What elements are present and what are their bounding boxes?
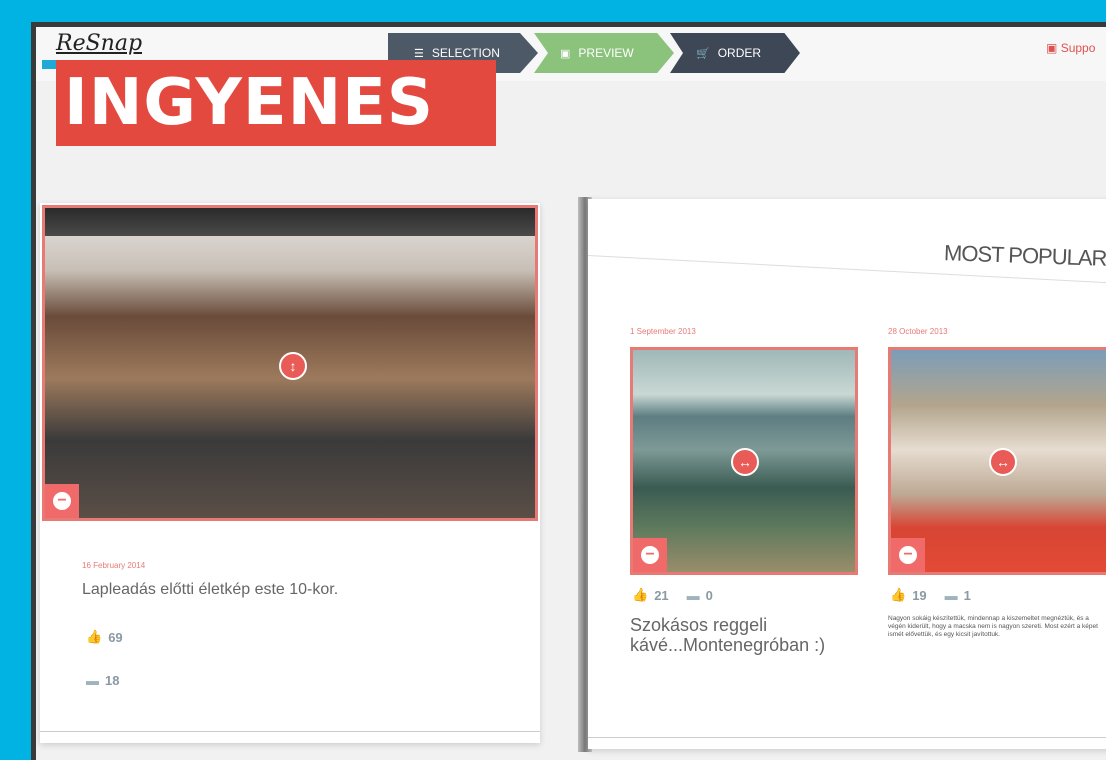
step-order[interactable]: 🛒 ORDER (670, 33, 800, 73)
list-icon: ☰ (414, 47, 424, 60)
thumbs-up-icon: 👍 (86, 629, 103, 644)
page-divider (588, 737, 1106, 738)
card2-likes: 19 (912, 587, 927, 603)
card1-remove-button[interactable]: − (633, 538, 667, 572)
like-count-value: 69 (108, 629, 123, 645)
card2-date: 28 October 2013 (888, 327, 948, 336)
card2-comments: 1 (963, 587, 971, 603)
cart-icon: 🛒 (696, 47, 710, 60)
most-popular-heading: MOST POPULAR (943, 240, 1106, 271)
minus-icon: − (641, 546, 659, 564)
comment-icon: ▬ (686, 587, 700, 603)
step-preview[interactable]: ▣ PREVIEW (534, 33, 674, 73)
like-count[interactable]: 👍 69 (86, 629, 123, 645)
page-divider (40, 731, 540, 732)
card1-photo[interactable]: ↔ − (630, 347, 858, 575)
card2-remove-button[interactable]: − (891, 538, 925, 572)
free-badge: INGYENES (56, 60, 496, 146)
card1-caption: Szokásos reggeli kávé...Montenegróban :) (630, 615, 826, 655)
move-vertical-icon[interactable]: ↕ (279, 352, 307, 380)
help-icon: ▣ (1046, 41, 1058, 55)
card1-comments: 0 (705, 587, 713, 603)
image-icon: ▣ (560, 47, 571, 60)
minus-icon: − (899, 546, 917, 564)
support-link[interactable]: ▣ Suppo (1046, 41, 1095, 55)
step-selection-label: SELECTION (431, 46, 500, 60)
logo[interactable]: ReSnap (56, 31, 142, 56)
step-preview-label: PREVIEW (578, 46, 634, 60)
card1-stats[interactable]: 👍 21 ▬ 0 (632, 587, 713, 603)
photo-caption: Lapleadás előtti életkép este 10-kor. (82, 581, 339, 598)
office-photo[interactable]: ↕ − (42, 205, 538, 521)
comment-icon: ▬ (86, 673, 99, 688)
left-page: ↕ − 16 February 2014 Lapleadás előtti él… (40, 203, 540, 743)
thumbs-up-icon: 👍 (890, 587, 907, 602)
card2-photo[interactable]: ↔ − (888, 347, 1106, 575)
right-page: MOST POPULAR 1 September 2013 ↔ − 👍 21 ▬… (587, 199, 1106, 749)
card2-stats[interactable]: 👍 19 ▬ 1 (890, 587, 971, 603)
card1-date: 1 September 2013 (630, 327, 696, 336)
thumbs-up-icon: 👍 (632, 587, 649, 602)
move-horizontal-icon[interactable]: ↔ (989, 448, 1017, 476)
minus-icon: − (53, 492, 71, 510)
support-label: Suppo (1060, 41, 1096, 55)
comment-count-value: 18 (105, 673, 120, 688)
comment-icon: ▬ (944, 587, 958, 603)
photo-date: 16 February 2014 (82, 561, 146, 570)
move-horizontal-icon[interactable]: ↔ (731, 448, 759, 476)
remove-photo-button[interactable]: − (45, 484, 79, 518)
card2-caption: Nagyon sokáig készítettük, mindennap a k… (888, 615, 1098, 638)
card1-likes: 21 (654, 587, 669, 603)
comment-count[interactable]: ▬ 18 (86, 673, 119, 688)
step-order-label: ORDER (717, 46, 762, 60)
app-window: ReSnap ☰ SELECTION ▣ PREVIEW 🛒 ORDER ▣ S… (31, 22, 1106, 760)
